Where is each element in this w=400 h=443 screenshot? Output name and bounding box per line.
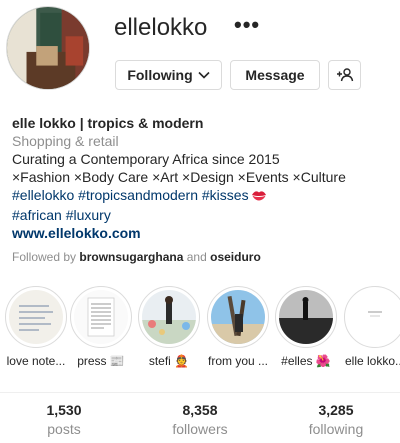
followed-by-conj: and [186, 250, 207, 264]
highlight-item[interactable]: elle lokko... [340, 286, 400, 368]
profile-name: elle lokko | tropics & modern [12, 115, 204, 131]
stats-divider [0, 392, 400, 393]
highlight-label: elle lokko... [344, 354, 400, 368]
highlight-item[interactable]: #elles 🌺 [271, 286, 341, 368]
highlight-cover [211, 290, 265, 344]
followed-by[interactable]: Followed by brownsugarghana and oseiduro [12, 250, 261, 264]
following-label: Following [127, 67, 193, 83]
followed-by-user-1[interactable]: brownsugarghana [79, 250, 183, 264]
highlight-cover [74, 290, 128, 344]
message-label: Message [245, 67, 305, 83]
highlight-cover [279, 290, 333, 344]
highlight-cover [9, 290, 63, 344]
stat-followers[interactable]: 8,358 followers [150, 402, 250, 437]
highlight-cover [348, 290, 400, 344]
followed-by-prefix: Followed by [12, 250, 77, 264]
profile-category: Shopping & retail [12, 133, 119, 149]
highlight-item[interactable]: love note... [1, 286, 71, 368]
followed-by-user-2[interactable]: oseiduro [210, 250, 261, 264]
bio-line-1: Curating a Contemporary Africa since 201… [12, 151, 280, 167]
highlight-label: #elles 🌺 [281, 354, 331, 368]
highlight-cover [142, 290, 196, 344]
kiss-mark-icon [251, 188, 267, 206]
profile-avatar[interactable] [6, 6, 90, 90]
highlight-label: stefi 👲 [148, 354, 190, 368]
posts-label: posts [47, 421, 81, 437]
followers-count: 8,358 [182, 402, 218, 418]
message-button[interactable]: Message [230, 60, 320, 90]
highlight-label: press 📰 [77, 354, 125, 368]
avatar-image [7, 7, 89, 89]
highlight-item[interactable]: press 📰 [66, 286, 136, 368]
more-options-icon[interactable]: ••• [234, 12, 260, 38]
profile-username: ellelokko [114, 14, 208, 41]
add-user-button[interactable] [328, 60, 361, 90]
highlight-label: from you ... [207, 354, 269, 368]
posts-count: 1,530 [46, 402, 82, 418]
hashtags-link-2[interactable]: #african #luxury [12, 206, 392, 224]
following-label-stat: following [308, 421, 364, 437]
bio-hashtags-1: #ellelokko #tropicsandmodern #kisses [12, 186, 392, 206]
highlight-item[interactable]: from you ... [203, 286, 273, 368]
website-link[interactable]: www.ellelokko.com [12, 224, 392, 242]
profile-bio: elle lokko | tropics & modern Shopping &… [12, 114, 392, 242]
chevron-down-icon [198, 71, 210, 79]
followers-label: followers [172, 421, 228, 437]
hashtags-link-1[interactable]: #ellelokko #tropicsandmodern #kisses [12, 187, 249, 203]
add-user-icon [336, 68, 353, 82]
following-button[interactable]: Following [115, 60, 222, 90]
bio-line-2: ×Fashion ×Body Care ×Art ×Design ×Events… [12, 169, 346, 185]
stat-following[interactable]: 3,285 following [286, 402, 386, 437]
stat-posts[interactable]: 1,530 posts [14, 402, 114, 437]
highlight-item[interactable]: stefi 👲 [134, 286, 204, 368]
following-count: 3,285 [318, 402, 354, 418]
